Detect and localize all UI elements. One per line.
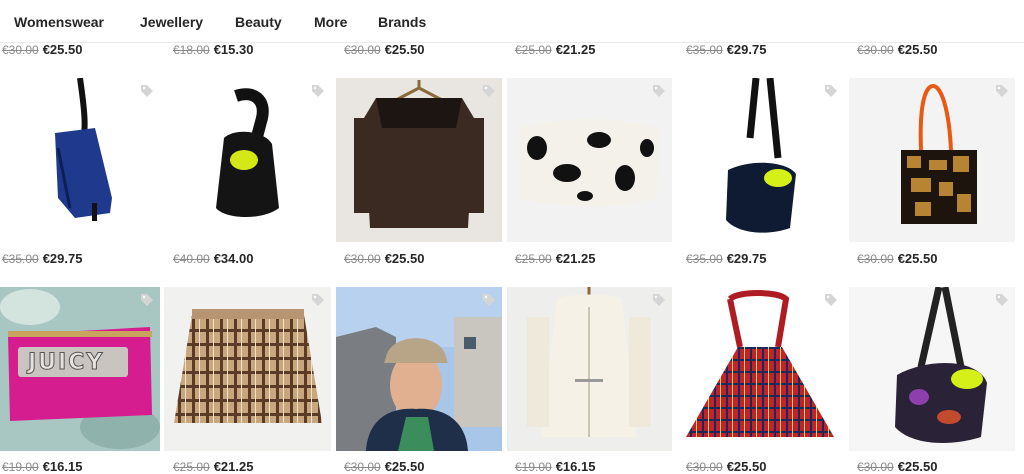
category-nav: Womenswear Jewellery Beauty More Brands [0, 0, 1024, 43]
price-tag-icon[interactable] [995, 293, 1009, 307]
sale-price: €25.50 [384, 42, 425, 57]
sale-price: €29.75 [726, 251, 767, 266]
sale-price: €29.75 [42, 251, 83, 266]
price-tag-icon[interactable] [995, 84, 1009, 98]
product-price: €25.00 €21.25 [173, 459, 253, 474]
product-price: €30.00 €25.50 [344, 459, 424, 474]
product-price: €30.00 €25.50 [857, 459, 937, 474]
price-tag-icon[interactable] [824, 293, 838, 307]
price-tag-icon[interactable] [652, 293, 666, 307]
product-price: €19.00 €16.15 [515, 459, 595, 474]
original-price: €30.00 [2, 43, 39, 57]
product-tile[interactable] [164, 78, 331, 242]
original-price: €35.00 [686, 252, 723, 266]
product-tile[interactable] [336, 78, 502, 242]
original-price: €30.00 [344, 460, 381, 474]
original-price: €40.00 [173, 252, 210, 266]
product-photo [174, 309, 322, 423]
sale-price: €25.50 [42, 42, 83, 57]
product-price: €30.00 €25.50 [344, 251, 424, 266]
price-tag-icon[interactable] [824, 84, 838, 98]
product-photo [726, 78, 796, 233]
product-tile[interactable]: JUICY [0, 287, 160, 451]
sale-price: €25.50 [897, 251, 938, 266]
sale-price: €16.15 [42, 459, 83, 474]
product-photo [519, 119, 659, 207]
sale-price: €25.50 [897, 459, 938, 474]
original-price: €30.00 [344, 252, 381, 266]
product-brand-text: JUICY [27, 350, 105, 376]
original-price: €19.00 [515, 460, 552, 474]
product-tile[interactable] [0, 78, 160, 242]
product-photo [895, 287, 987, 443]
product-tile[interactable] [507, 78, 672, 242]
product-tile[interactable] [164, 287, 331, 451]
sale-price: €21.25 [213, 459, 254, 474]
product-tile[interactable] [678, 78, 844, 242]
product-tile[interactable] [849, 78, 1015, 242]
sale-price: €25.50 [726, 459, 767, 474]
product-price: €30.00 €25.50 [686, 459, 766, 474]
sale-price: €34.00 [213, 251, 254, 266]
product-price: €18.00 €15.30 [173, 42, 253, 57]
product-price: €30.00 €25.50 [344, 42, 424, 57]
product-price: €30.00 €25.50 [857, 251, 937, 266]
sale-price: €15.30 [213, 42, 254, 57]
nav-brands[interactable]: Brands [378, 14, 426, 30]
sale-price: €21.25 [555, 251, 596, 266]
product-photo [216, 88, 279, 217]
price-tag-icon[interactable] [311, 293, 325, 307]
price-tag-icon[interactable] [140, 293, 154, 307]
nav-womenswear[interactable]: Womenswear [14, 14, 104, 30]
product-tile[interactable] [849, 287, 1015, 451]
price-tag-icon[interactable] [482, 293, 496, 307]
sale-price: €29.75 [726, 42, 767, 57]
product-price: €25.00 €21.25 [515, 42, 595, 57]
original-price: €19.00 [2, 460, 39, 474]
original-price: €25.00 [173, 460, 210, 474]
sale-price: €25.50 [384, 251, 425, 266]
original-price: €30.00 [857, 252, 894, 266]
original-price: €30.00 [857, 460, 894, 474]
product-photo [686, 290, 834, 437]
product-price: €35.00 €29.75 [686, 251, 766, 266]
original-price: €30.00 [857, 43, 894, 57]
original-price: €30.00 [344, 43, 381, 57]
product-price: €25.00 €21.25 [515, 251, 595, 266]
sale-price: €16.15 [555, 459, 596, 474]
original-price: €18.00 [173, 43, 210, 57]
price-tag-icon[interactable] [140, 84, 154, 98]
product-tile[interactable] [678, 287, 844, 451]
nav-more[interactable]: More [314, 14, 347, 30]
product-price: €19.00 €16.15 [2, 459, 82, 474]
nav-jewellery[interactable]: Jewellery [140, 14, 203, 30]
nav-beauty[interactable]: Beauty [235, 14, 282, 30]
product-price: €40.00 €34.00 [173, 251, 253, 266]
product-photo [354, 80, 484, 228]
price-tag-icon[interactable] [311, 84, 325, 98]
original-price: €25.00 [515, 43, 552, 57]
product-photo [55, 78, 112, 221]
product-price: €30.00 €25.50 [2, 42, 82, 57]
product-price: €30.00 €25.50 [857, 42, 937, 57]
price-tag-icon[interactable] [482, 84, 496, 98]
sale-price: €25.50 [384, 459, 425, 474]
price-tag-icon[interactable] [652, 84, 666, 98]
original-price: €35.00 [2, 252, 39, 266]
product-tile[interactable] [336, 287, 502, 451]
sale-price: €21.25 [555, 42, 596, 57]
sale-price: €25.50 [897, 42, 938, 57]
product-photo [336, 287, 502, 451]
original-price: €35.00 [686, 43, 723, 57]
original-price: €25.00 [515, 252, 552, 266]
product-photo [527, 287, 651, 437]
product-price: €35.00 €29.75 [2, 251, 82, 266]
product-tile[interactable] [507, 287, 672, 451]
original-price: €30.00 [686, 460, 723, 474]
product-price: €35.00 €29.75 [686, 42, 766, 57]
product-photo [901, 83, 977, 224]
